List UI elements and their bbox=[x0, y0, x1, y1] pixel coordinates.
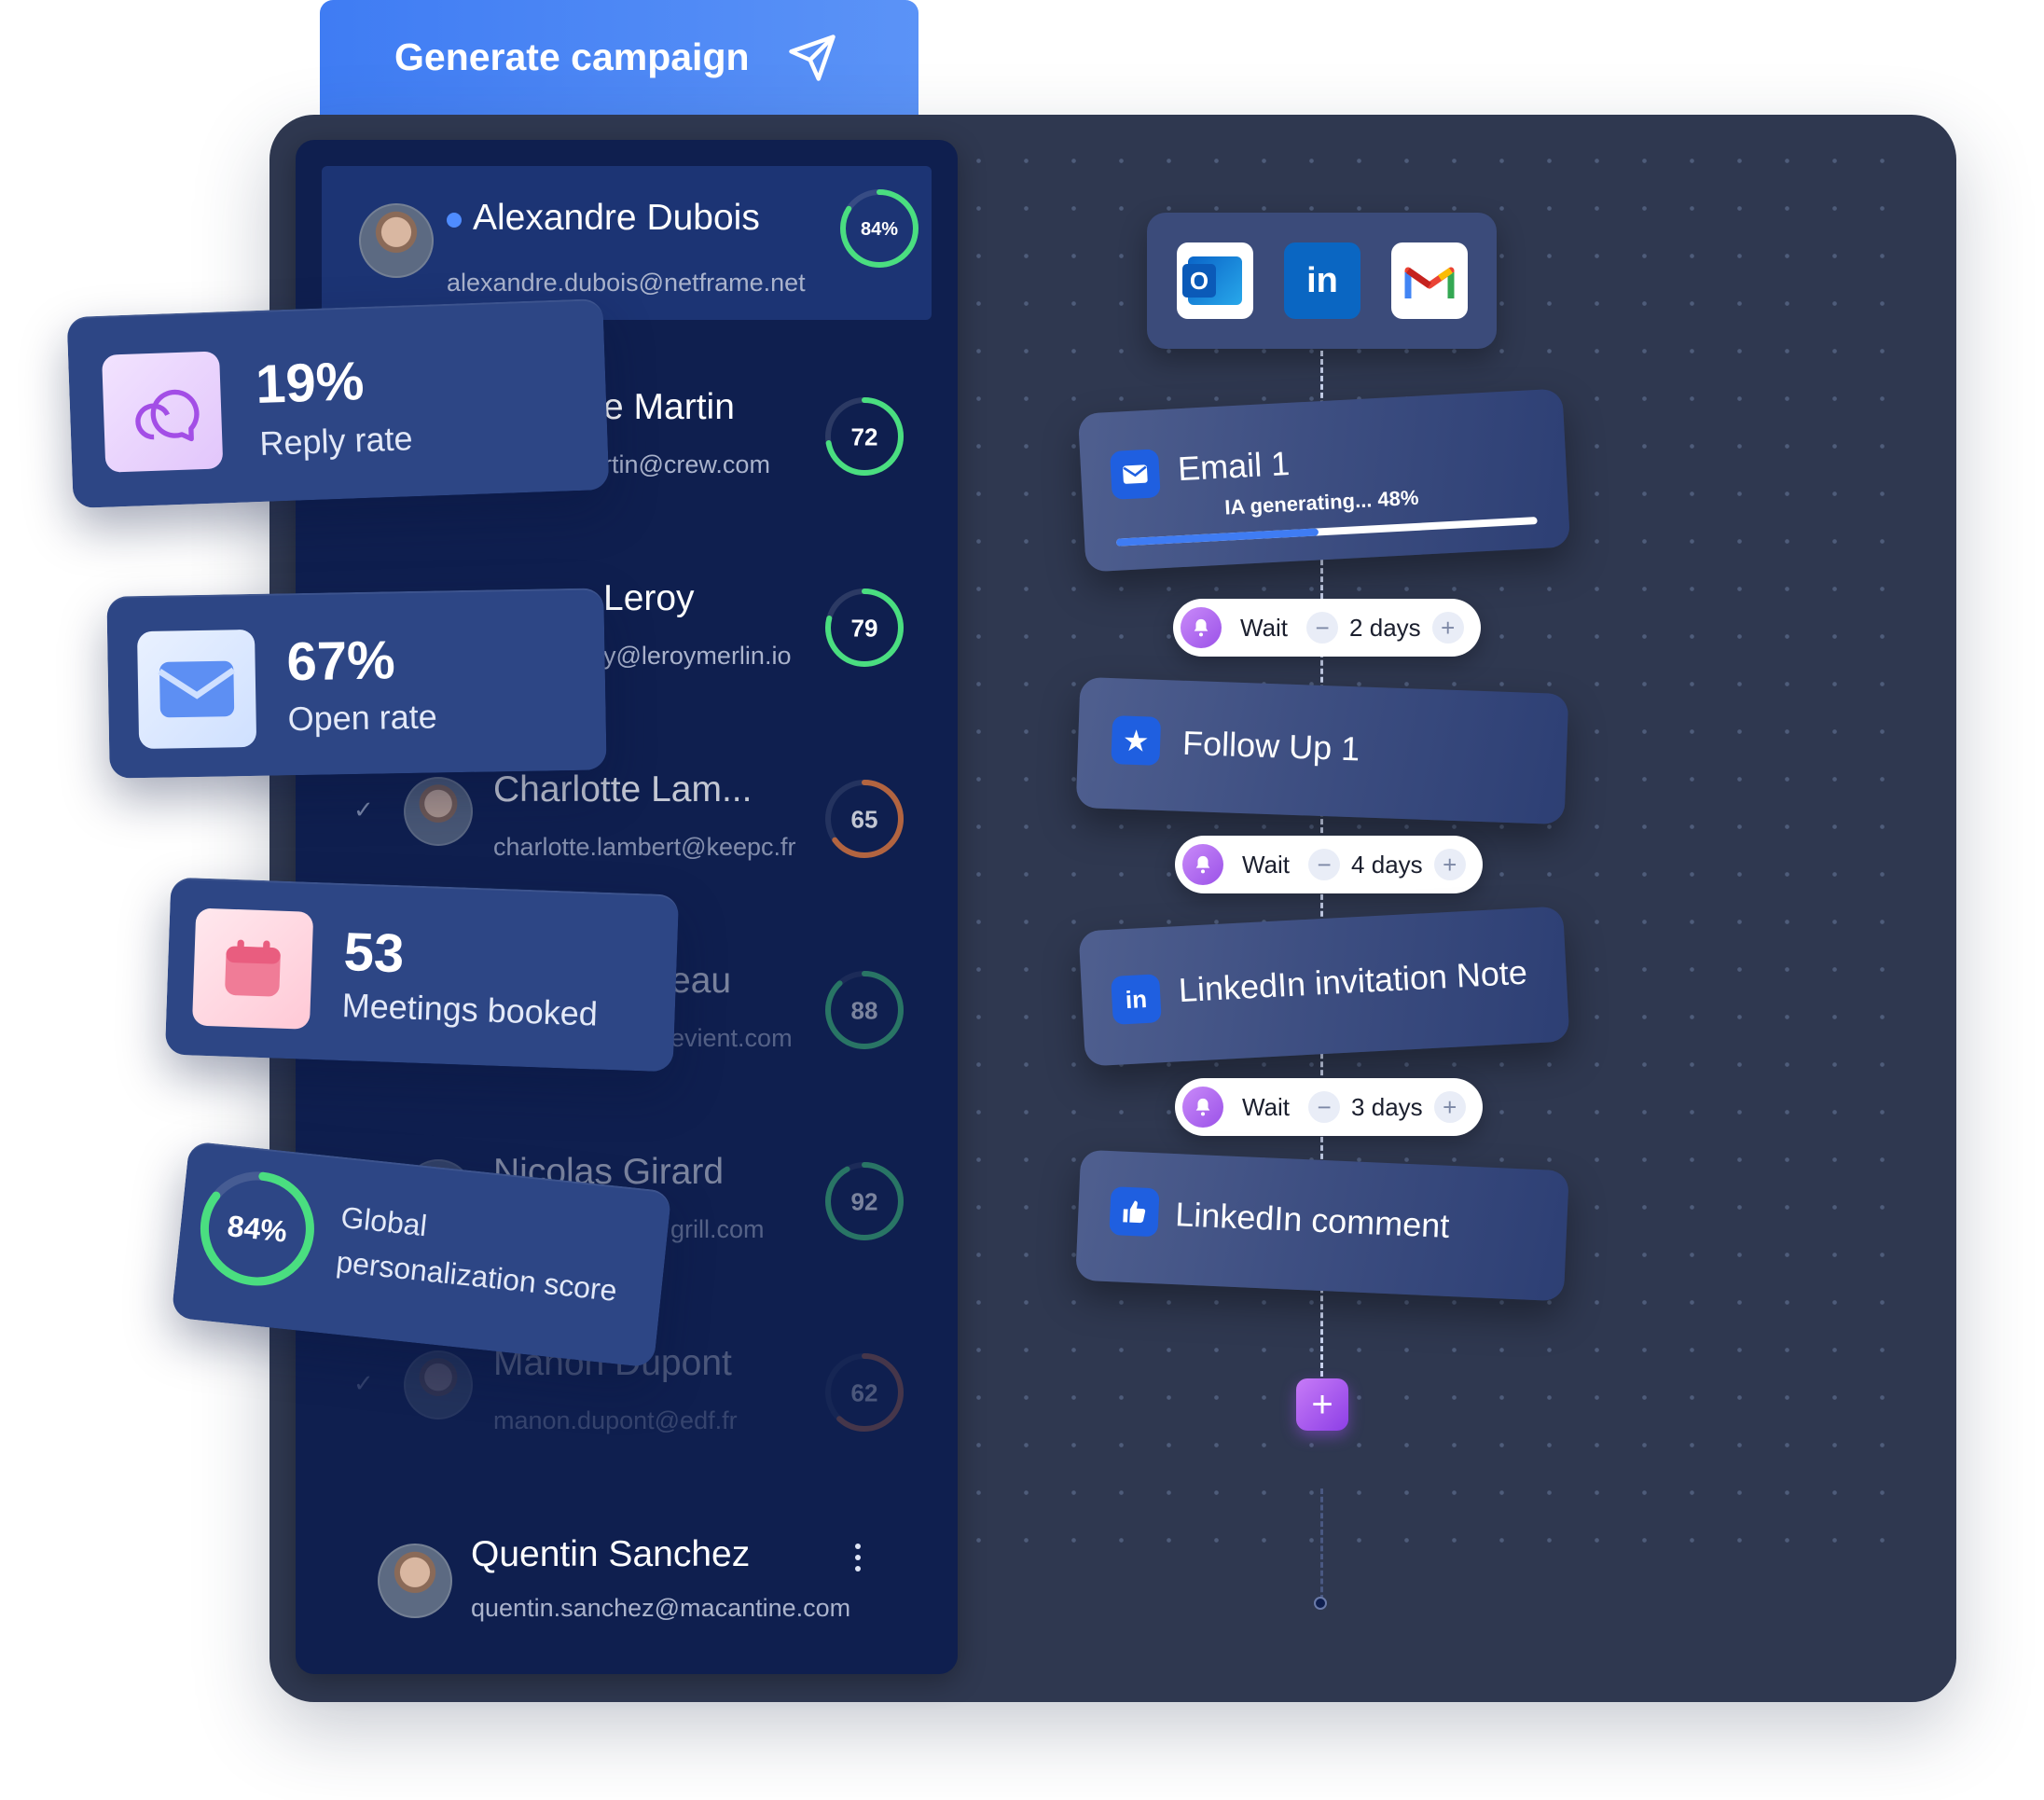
channel-selector: O in bbox=[1147, 213, 1497, 349]
generation-progress-label: IA generating... 48% bbox=[1223, 485, 1419, 519]
open-rate-label: Open rate bbox=[287, 697, 438, 739]
email-step-card[interactable]: Email 1 IA generating... 48% bbox=[1077, 388, 1571, 573]
open-rate-value: 67% bbox=[286, 630, 396, 693]
bell-icon bbox=[1182, 844, 1223, 885]
wait-duration: 2 days bbox=[1349, 613, 1421, 642]
follow-up-title: Follow Up 1 bbox=[1181, 723, 1360, 768]
linkedin-icon: in bbox=[1111, 974, 1162, 1025]
generate-campaign-button[interactable]: Generate campaign bbox=[320, 0, 918, 126]
generation-progress-fill bbox=[1115, 528, 1319, 547]
increment-button[interactable]: + bbox=[1433, 849, 1466, 880]
increment-button[interactable]: + bbox=[1433, 1091, 1466, 1123]
wait-step[interactable]: Wait − 4 days + bbox=[1175, 836, 1483, 893]
avatar bbox=[404, 1350, 473, 1419]
contact-email: rtin@crew.com bbox=[603, 450, 770, 478]
wait-step[interactable]: Wait − 2 days + bbox=[1173, 599, 1481, 657]
personalization-score-value: 84% bbox=[226, 1208, 289, 1249]
chat-bubble-icon bbox=[102, 351, 224, 473]
wait-label: Wait bbox=[1240, 613, 1289, 642]
star-icon: ★ bbox=[1111, 715, 1162, 766]
score-value: 88 bbox=[851, 996, 878, 1024]
generate-campaign-label: Generate campaign bbox=[394, 35, 750, 78]
reply-rate-label: Reply rate bbox=[258, 419, 414, 463]
score-ring: 92 bbox=[825, 1162, 904, 1240]
decrement-button[interactable]: − bbox=[1308, 849, 1341, 880]
contact-name: Charlotte Lam... bbox=[493, 769, 753, 810]
score-ring: 79 bbox=[825, 588, 904, 667]
add-step-button[interactable]: + bbox=[1296, 1378, 1348, 1431]
increment-button[interactable]: + bbox=[1431, 612, 1464, 644]
generation-progress-bar bbox=[1115, 517, 1538, 547]
reply-rate-value: 19% bbox=[255, 351, 366, 416]
score-value: 92 bbox=[851, 1187, 878, 1215]
avatar bbox=[359, 203, 434, 278]
wait-step[interactable]: Wait − 3 days + bbox=[1175, 1078, 1483, 1136]
workflow-end-dot bbox=[1314, 1597, 1327, 1610]
send-icon bbox=[788, 34, 836, 81]
contact-email: y@leroymerlin.io bbox=[603, 642, 792, 670]
avatar bbox=[404, 777, 473, 846]
contact-email: charlotte.lambert@keepc.fr bbox=[493, 833, 796, 861]
contact-email: manon.dupont@edf.fr bbox=[493, 1406, 738, 1434]
current-user-row[interactable]: Quentin Sanchez quentin.sanchez@macantin… bbox=[296, 1506, 958, 1674]
personalization-line1: Global bbox=[338, 1199, 429, 1243]
contact-email: evient.com bbox=[670, 1024, 793, 1052]
score-value: 65 bbox=[851, 805, 878, 833]
contact-name: Leroy bbox=[603, 578, 695, 618]
score-value: 72 bbox=[851, 422, 878, 450]
online-status-dot bbox=[447, 213, 462, 228]
contact-name: eau bbox=[670, 961, 732, 1001]
avatar bbox=[378, 1544, 452, 1618]
linkedin-invitation-step-card[interactable]: in LinkedIn invitation Note bbox=[1078, 906, 1570, 1067]
contact-name: Alexandre Dubois bbox=[473, 198, 760, 238]
linkedin-icon[interactable]: in bbox=[1284, 242, 1360, 319]
reply-rate-card: 19% Reply rate bbox=[66, 298, 610, 508]
workflow-connector-tail bbox=[1320, 1488, 1323, 1600]
outlook-icon[interactable]: O bbox=[1177, 242, 1253, 319]
bell-icon bbox=[1182, 1087, 1223, 1128]
calendar-icon bbox=[191, 907, 314, 1030]
check-icon: ✓ bbox=[353, 796, 374, 824]
thumbs-up-icon bbox=[1109, 1186, 1160, 1238]
linkedin-comment-step-card[interactable]: LinkedIn comment bbox=[1075, 1149, 1569, 1302]
follow-up-step-card[interactable]: ★ Follow Up 1 bbox=[1075, 676, 1569, 825]
decrement-button[interactable]: − bbox=[1306, 612, 1339, 644]
score-value: 79 bbox=[851, 614, 878, 642]
score-value: 62 bbox=[851, 1378, 878, 1406]
decrement-button[interactable]: − bbox=[1308, 1091, 1341, 1123]
score-ring: 62 bbox=[825, 1353, 904, 1432]
linkedin-comment-title: LinkedIn comment bbox=[1174, 1195, 1451, 1245]
score-ring: 84% bbox=[840, 189, 918, 268]
score-ring: 88 bbox=[825, 971, 904, 1049]
score-ring: 65 bbox=[825, 780, 904, 858]
contact-name: e Martin bbox=[603, 387, 735, 427]
wait-label: Wait bbox=[1242, 850, 1291, 879]
wait-duration: 4 days bbox=[1351, 850, 1423, 879]
linkedin-invitation-title: LinkedIn invitation Note bbox=[1177, 952, 1528, 1010]
check-icon: ✓ bbox=[353, 1369, 374, 1397]
user-name: Quentin Sanchez bbox=[471, 1534, 751, 1574]
meetings-booked-value: 53 bbox=[342, 921, 406, 985]
meetings-booked-label: Meetings booked bbox=[341, 986, 599, 1033]
score-ring: 72 bbox=[825, 397, 904, 476]
contact-email: grill.com bbox=[670, 1215, 765, 1243]
wait-label: Wait bbox=[1242, 1092, 1291, 1121]
bell-icon bbox=[1181, 607, 1222, 648]
gmail-icon[interactable] bbox=[1391, 242, 1468, 319]
user-email: quentin.sanchez@macantine.com bbox=[471, 1594, 851, 1622]
meetings-booked-card: 53 Meetings booked bbox=[164, 877, 680, 1073]
contact-row-active[interactable]: Alexandre Dubois alexandre.dubois@netfra… bbox=[322, 166, 932, 320]
wait-duration: 3 days bbox=[1351, 1092, 1423, 1121]
envelope-icon bbox=[1110, 449, 1161, 500]
envelope-icon bbox=[136, 629, 257, 750]
open-rate-card: 67% Open rate bbox=[106, 588, 607, 779]
score-value: 84% bbox=[861, 219, 898, 240]
contact-email: alexandre.dubois@netframe.net bbox=[447, 269, 806, 297]
personalization-line2: personalization score bbox=[334, 1244, 619, 1308]
email-step-title: Email 1 bbox=[1177, 443, 1291, 489]
more-options-icon[interactable] bbox=[855, 1544, 863, 1575]
